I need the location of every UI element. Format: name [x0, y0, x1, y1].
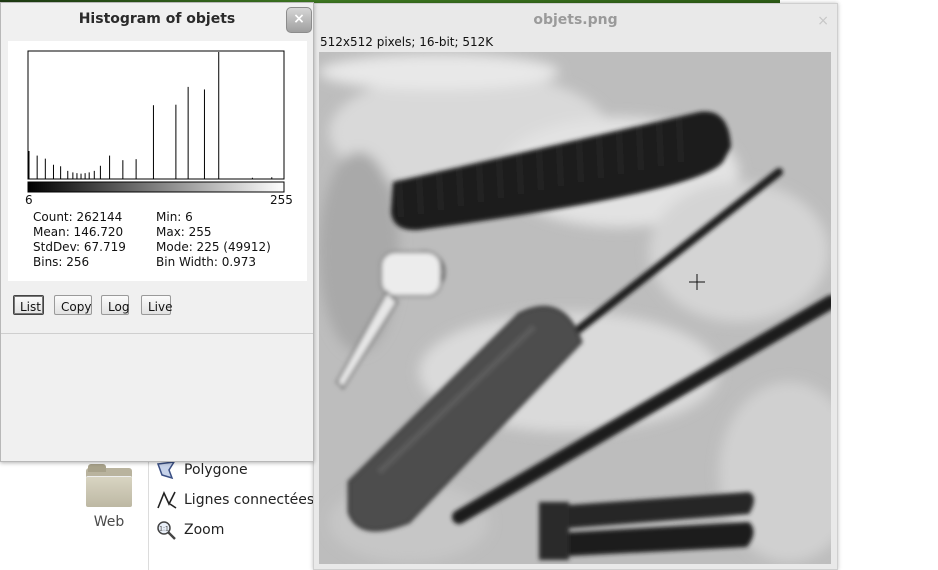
close-icon[interactable]: × [286, 7, 312, 33]
close-icon[interactable]: × [817, 13, 829, 29]
live-button[interactable]: Live [141, 295, 173, 315]
folder-icon[interactable] [86, 464, 132, 507]
stat-bin-width: Bin Width: 0.973 [156, 255, 257, 269]
tool-zoom[interactable]: 1:1 Zoom [156, 518, 224, 542]
list-button[interactable]: List [13, 295, 44, 315]
tool-connected-lines-label: Lignes connectées [184, 492, 315, 508]
stat-mode: Mode: 225 (49912) [156, 240, 271, 254]
histogram-window-title: Histogram of objets [78, 11, 236, 27]
tool-polygon-label: Polygone [184, 462, 248, 478]
stat-mean: Mean: 146.720 [33, 225, 124, 239]
stat-count: Count: 262144 [33, 210, 123, 224]
stat-stddev: StdDev: 67.719 [33, 240, 126, 254]
stat-bins: Bins: 256 [33, 255, 90, 269]
image-info: 512x512 pixels; 16-bit; 512K [320, 35, 494, 49]
copy-button[interactable]: Copy [54, 295, 92, 315]
stat-min: Min: 6 [156, 210, 193, 224]
tool-connected-lines[interactable]: Lignes connectées [156, 488, 314, 512]
stat-max: Max: 255 [156, 225, 212, 239]
zoom-icon: 1:1 [157, 521, 176, 540]
image-canvas[interactable] [319, 52, 831, 564]
stats-left: Count: 262144 Mean: 146.720 StdDev: 67.7… [33, 210, 126, 270]
range-max-label: 255 [270, 193, 293, 207]
lut-bar [27, 181, 285, 193]
tool-zoom-label: Zoom [184, 522, 225, 538]
stats-right: Min: 6 Max: 255 Mode: 225 (49912) Bin Wi… [156, 210, 271, 270]
image-window-title: objets.png [533, 12, 618, 28]
folder-label[interactable]: Web [86, 514, 132, 530]
range-min-label: 6 [25, 193, 33, 207]
polygon-icon [156, 461, 176, 480]
histogram-frame [27, 50, 285, 180]
objects-image [319, 52, 831, 564]
image-window[interactable]: objets.png × 512x512 pixels; 16-bit; 512… [313, 3, 838, 570]
svg-text:1:1: 1:1 [159, 526, 169, 533]
log-button[interactable]: Log [101, 295, 129, 315]
histogram-window[interactable]: Histogram of objets × 6 255 Count: 26214… [0, 2, 314, 462]
connected-lines-icon [157, 490, 177, 509]
